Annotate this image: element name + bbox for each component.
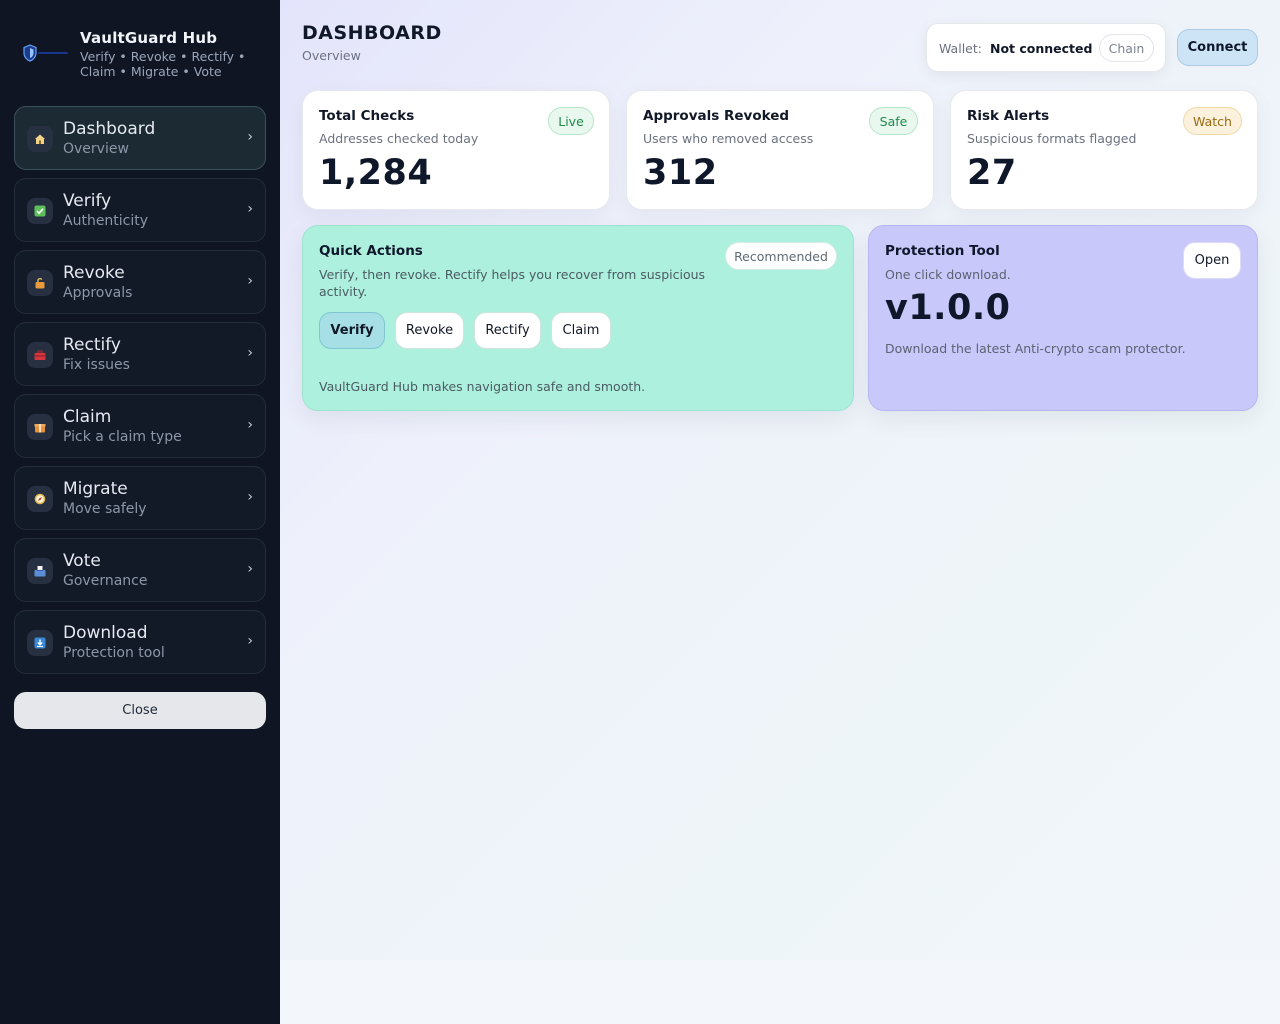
sidebar-item-subtitle: Fix issues (63, 357, 130, 373)
chevron-right-icon: › (247, 561, 253, 577)
chevron-right-icon: › (247, 633, 253, 649)
stat-title: Total Checks (319, 108, 415, 124)
sidebar-item-title: Download (63, 623, 148, 643)
stat-card-approvals-revoked: Approvals Revoked Users who removed acce… (626, 90, 934, 210)
main-content: DASHBOARD Overview Wallet: Not connected… (280, 0, 1280, 960)
sidebar-item-subtitle: Governance (63, 573, 148, 589)
ballot-box-icon (27, 558, 53, 584)
brand-subtitle: Verify • Revoke • Rectify • Claim • Migr… (80, 49, 246, 79)
stat-card-total-checks: Total Checks Addresses checked today 1,2… (302, 90, 610, 210)
quick-actions-card: Quick Actions Verify, then revoke. Recti… (302, 225, 854, 411)
check-icon (27, 198, 53, 224)
wallet-label: Wallet: (939, 41, 982, 56)
status-badge: Watch (1183, 107, 1242, 135)
chevron-right-icon: › (247, 201, 253, 217)
sidebar-item-dashboard[interactable]: Dashboard Overview › (14, 106, 266, 170)
quick-actions-title: Quick Actions (319, 243, 423, 259)
download-icon (27, 630, 53, 656)
chevron-right-icon: › (247, 489, 253, 505)
chevron-right-icon: › (247, 129, 253, 145)
status-badge: Safe (869, 107, 918, 135)
quick-actions-footer: VaultGuard Hub makes navigation safe and… (319, 379, 646, 394)
brand-text: VaultGuard Hub Verify • Revoke • Rectify… (80, 30, 260, 79)
protection-tool-description: Download the latest Anti-crypto scam pro… (885, 341, 1186, 356)
close-button[interactable]: Close (14, 692, 266, 729)
sidebar-item-claim[interactable]: Claim Pick a claim type › (14, 394, 266, 458)
unlock-icon (27, 270, 53, 296)
sidebar-item-migrate[interactable]: Migrate Move safely › (14, 466, 266, 530)
page-subtitle: Overview (302, 48, 361, 63)
stat-subtitle: Suspicious formats flagged (967, 131, 1137, 146)
sidebar-nav: Dashboard Overview › Verify Authenticity… (14, 106, 266, 682)
chain-selector[interactable]: Chain (1099, 34, 1154, 62)
shield-logo-icon (23, 44, 68, 62)
open-button[interactable]: Open (1183, 242, 1241, 279)
sidebar-item-title: Claim (63, 407, 112, 427)
sidebar-item-rectify[interactable]: Rectify Fix issues › (14, 322, 266, 386)
stat-subtitle: Users who removed access (643, 131, 814, 146)
sidebar-item-vote[interactable]: Vote Governance › (14, 538, 266, 602)
sidebar: VaultGuard Hub Verify • Revoke • Rectify… (0, 0, 280, 1024)
sidebar-item-title: Rectify (63, 335, 121, 355)
sidebar-item-download[interactable]: Download Protection tool › (14, 610, 266, 674)
verify-button[interactable]: Verify (319, 312, 385, 349)
sidebar-item-subtitle: Authenticity (63, 213, 149, 229)
sidebar-item-subtitle: Protection tool (63, 645, 165, 661)
quick-actions-description: Verify, then revoke. Rectify helps you r… (319, 267, 706, 299)
brand-title: VaultGuard Hub (80, 29, 218, 47)
protection-tool-title: Protection Tool (885, 243, 1000, 259)
compass-icon (27, 486, 53, 512)
revoke-button[interactable]: Revoke (395, 312, 464, 349)
recommended-badge: Recommended (725, 242, 837, 270)
protection-tool-version: v1.0.0 (885, 288, 1011, 328)
wallet-status: Wallet: Not connected Chain (926, 23, 1166, 72)
sidebar-item-subtitle: Move safely (63, 501, 147, 517)
page-title: DASHBOARD (302, 22, 442, 44)
sidebar-item-title: Revoke (63, 263, 125, 283)
wallet-value: Not connected (990, 41, 1093, 56)
connect-button[interactable]: Connect (1177, 29, 1258, 66)
chevron-right-icon: › (247, 417, 253, 433)
stat-value: 312 (643, 153, 718, 193)
sidebar-item-title: Verify (63, 191, 112, 211)
protection-tool-subtitle: One click download. (885, 267, 1011, 282)
sidebar-item-title: Vote (63, 551, 101, 571)
stat-subtitle: Addresses checked today (319, 131, 479, 146)
sidebar-item-subtitle: Overview (63, 141, 129, 157)
stat-title: Approvals Revoked (643, 108, 790, 124)
toolbox-icon (27, 342, 53, 368)
sidebar-item-title: Dashboard (63, 119, 156, 139)
status-badge: Live (548, 107, 594, 135)
stat-value: 1,284 (319, 153, 433, 193)
sidebar-item-revoke[interactable]: Revoke Approvals › (14, 250, 266, 314)
protection-tool-card: Protection Tool One click download. v1.0… (868, 225, 1258, 411)
home-icon (27, 126, 53, 152)
chevron-right-icon: › (247, 345, 253, 361)
gift-icon (27, 414, 53, 440)
stat-title: Risk Alerts (967, 108, 1050, 124)
stat-card-risk-alerts: Risk Alerts Suspicious formats flagged 2… (950, 90, 1258, 210)
stat-value: 27 (967, 153, 1017, 193)
sidebar-item-subtitle: Pick a claim type (63, 429, 182, 445)
sidebar-item-verify[interactable]: Verify Authenticity › (14, 178, 266, 242)
sidebar-item-subtitle: Approvals (63, 285, 133, 301)
claim-button[interactable]: Claim (551, 312, 611, 349)
sidebar-item-title: Migrate (63, 479, 128, 499)
chevron-right-icon: › (247, 273, 253, 289)
rectify-button[interactable]: Rectify (474, 312, 541, 349)
